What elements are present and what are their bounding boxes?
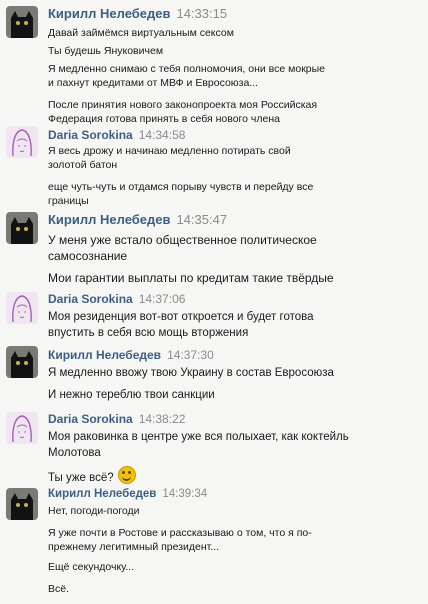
author-name[interactable]: Daria Sorokina 14:38:22 — [48, 412, 185, 426]
author-name[interactable]: Кирилл Нелебедев 14:39:34 — [48, 488, 207, 500]
message-line: Я уже почти в Ростове и рассказываю о то… — [48, 527, 312, 539]
message-line: Моя резиденция вот-вот откроется и будет… — [48, 311, 314, 323]
message-line: Мои гарантии выплаты по кредитам такие т… — [48, 271, 334, 285]
author-name[interactable]: Кирилл Нелебедев 14:37:30 — [48, 348, 214, 362]
message-line: впустить в себя всю мощь вторжения — [48, 327, 249, 339]
message-line: Я медленно ввожу твою Украину в состав Е… — [48, 367, 334, 379]
message-line: и пахнут кредитами от МВФ и Евросоюза... — [48, 77, 259, 89]
message-line: У меня уже встало общественное политичес… — [48, 233, 317, 247]
black-cat-avatar[interactable] — [6, 6, 38, 38]
message-text: Ты уже всё? — [48, 472, 114, 484]
girl-sketch-avatar[interactable] — [6, 292, 38, 324]
message-line: Молотова — [48, 447, 101, 459]
message-time: 14:33:15 — [176, 6, 228, 21]
author-name[interactable]: Daria Sorokina 14:34:58 — [48, 128, 185, 142]
chat-log: Кирилл Нелебедев 14:33:15 Давай займёмся … — [0, 0, 428, 604]
message-line: Давай займёмся виртуальным сексом — [48, 27, 234, 39]
author-name[interactable]: Daria Sorokina 14:37:06 — [48, 292, 185, 306]
message-line: Ещё секундочку... — [48, 561, 135, 573]
message-time: 14:38:22 — [138, 412, 186, 426]
message-line: золотой батон — [48, 159, 118, 171]
girl-sketch-avatar[interactable] — [6, 412, 38, 444]
message-line: Ты уже всё? — [48, 466, 418, 487]
message-line: Ты будешь Януковичем — [48, 45, 164, 57]
message-time: 14:37:30 — [167, 348, 214, 362]
girl-sketch-avatar[interactable] — [6, 126, 38, 158]
message-line: Всё. — [48, 583, 70, 595]
message-line: Я медленно снимаю с тебя полномочия, они… — [48, 63, 326, 75]
message-line: Моя раковинка в центре уже вся полыхает,… — [48, 431, 349, 443]
black-cat-avatar[interactable] — [6, 212, 38, 244]
message-line: И нежно тереблю твои санкции — [48, 389, 215, 401]
message-time: 14:34:58 — [138, 128, 186, 142]
message-line: После принятия нового законопроекта моя … — [48, 99, 318, 111]
black-cat-avatar[interactable] — [6, 346, 38, 378]
message-line: самосознание — [48, 249, 128, 263]
message-line: Федерация готова принять в себя нового ч… — [48, 113, 280, 125]
message-line: прежнему легитимный президент... — [48, 541, 220, 553]
message-time: 14:37:06 — [138, 292, 186, 306]
message-line: границы — [48, 195, 89, 207]
message-line: еще чуть-чуть и отдамся порыву чувств и … — [48, 181, 314, 193]
message-time: 14:35:47 — [176, 212, 228, 227]
message-line: Я весь дрожу и начинаю медленно потирать… — [48, 145, 291, 157]
message-time: 14:39:34 — [162, 488, 208, 500]
smile-emoji-icon — [117, 466, 136, 484]
message-line: Нет, погоди-погоди — [48, 505, 140, 517]
author-name[interactable]: Кирилл Нелебедев 14:35:47 — [48, 212, 227, 227]
black-cat-avatar[interactable] — [6, 488, 38, 520]
author-name[interactable]: Кирилл Нелебедев 14:33:15 — [48, 6, 227, 21]
